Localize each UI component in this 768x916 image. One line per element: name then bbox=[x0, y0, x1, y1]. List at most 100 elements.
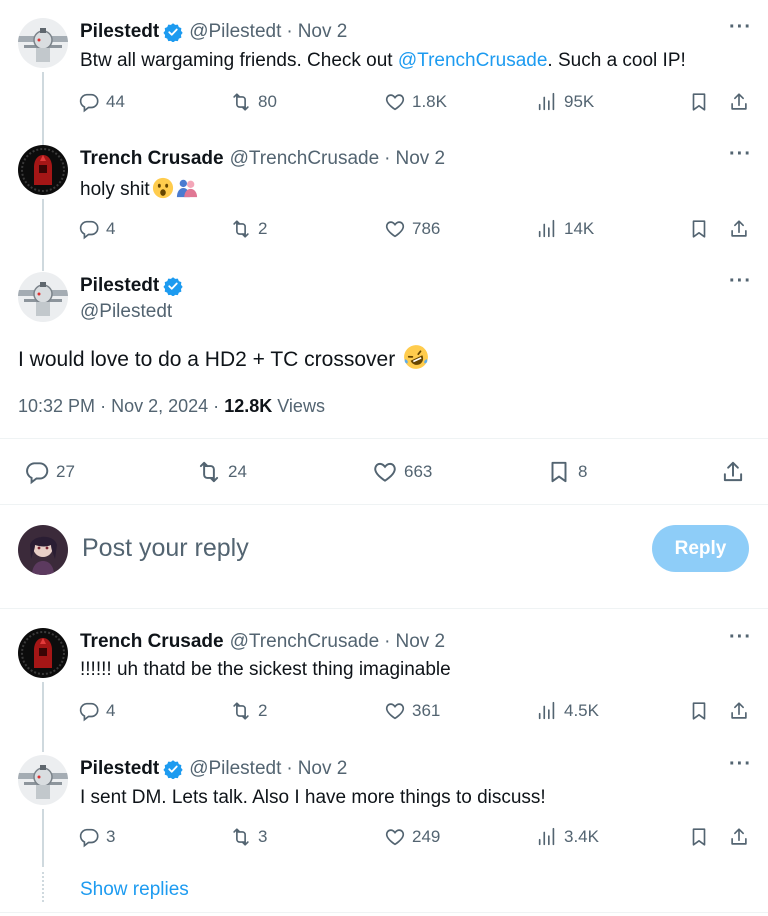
share-button[interactable] bbox=[728, 91, 750, 113]
heart-icon bbox=[384, 218, 406, 240]
avatar[interactable] bbox=[18, 628, 68, 678]
like-count: 1.8K bbox=[412, 92, 447, 111]
views-button[interactable]: 14K bbox=[536, 218, 594, 240]
divider bbox=[0, 912, 768, 913]
handle[interactable]: @TrenchCrusade bbox=[230, 148, 380, 170]
reply-icon bbox=[78, 218, 100, 240]
reply-button[interactable]: 27 bbox=[24, 459, 75, 485]
heart-icon bbox=[372, 459, 398, 485]
handle[interactable]: @Pilestedt bbox=[189, 21, 281, 43]
repost-icon bbox=[196, 459, 222, 485]
reply-input[interactable]: Post your reply bbox=[82, 534, 249, 563]
views-icon bbox=[536, 826, 558, 848]
bookmark-count: 8 bbox=[578, 462, 588, 481]
avatar[interactable] bbox=[18, 755, 68, 805]
separator-dot: · bbox=[384, 148, 391, 169]
thread-line bbox=[42, 199, 44, 271]
views-button[interactable]: 95K bbox=[536, 91, 594, 113]
reply-count: 27 bbox=[56, 462, 75, 481]
avatar[interactable] bbox=[18, 272, 68, 322]
views-count: 95K bbox=[564, 92, 595, 111]
bookmark-button[interactable]: 8 bbox=[546, 459, 587, 485]
display-name[interactable]: Trench Crusade bbox=[80, 631, 224, 653]
repost-button[interactable]: 2 bbox=[230, 218, 267, 240]
tweet-text: holy shit bbox=[80, 177, 198, 201]
tweet-text: I sent DM. Lets talk. Also I have more t… bbox=[80, 787, 546, 808]
more-options-icon[interactable]: ··· bbox=[729, 143, 752, 166]
tweet-text: Btw all wargaming friends. Check out @Tr… bbox=[80, 50, 686, 72]
bookmark-button[interactable] bbox=[688, 826, 710, 848]
views-button[interactable]: 4.5K bbox=[536, 700, 599, 722]
bookmark-button[interactable] bbox=[688, 700, 710, 722]
repost-icon bbox=[230, 218, 252, 240]
more-options-icon[interactable]: ··· bbox=[729, 16, 752, 39]
timestamp[interactable]: Nov 2 bbox=[298, 21, 348, 43]
reply-icon bbox=[78, 700, 100, 722]
thread-line bbox=[42, 682, 44, 752]
reply-button[interactable]: 4 bbox=[78, 700, 115, 722]
show-replies-link[interactable]: Show replies bbox=[80, 879, 189, 901]
more-options-icon[interactable]: ··· bbox=[729, 626, 752, 649]
tweet-actions: 4 2 786 14K bbox=[78, 218, 758, 244]
share-icon bbox=[728, 91, 750, 113]
handle[interactable]: @TrenchCrusade bbox=[230, 631, 380, 653]
current-user-avatar[interactable] bbox=[18, 525, 68, 575]
like-button[interactable]: 663 bbox=[372, 459, 432, 485]
share-button[interactable] bbox=[728, 218, 750, 240]
reply-count: 3 bbox=[106, 827, 116, 846]
reply-icon bbox=[78, 91, 100, 113]
reply-icon bbox=[78, 826, 100, 848]
share-button[interactable] bbox=[720, 459, 746, 485]
repost-button[interactable]: 2 bbox=[230, 700, 267, 722]
bookmark-icon bbox=[688, 218, 710, 240]
display-name[interactable]: Pilestedt bbox=[80, 758, 159, 780]
separator-dot: · bbox=[286, 21, 293, 42]
like-button[interactable]: 1.8K bbox=[384, 91, 447, 113]
like-button[interactable]: 249 bbox=[384, 826, 440, 848]
views-button[interactable]: 3.4K bbox=[536, 826, 599, 848]
like-count: 361 bbox=[412, 701, 441, 720]
display-name[interactable]: Pilestedt bbox=[80, 21, 159, 43]
reply-button[interactable]: 4 bbox=[78, 218, 115, 240]
repost-button[interactable]: 80 bbox=[230, 91, 277, 113]
reply-count: 4 bbox=[106, 701, 116, 720]
tweet-time[interactable]: 10:32 PM bbox=[18, 396, 95, 416]
like-button[interactable]: 361 bbox=[384, 700, 440, 722]
tweet-actions: 44 80 1.8K 95K bbox=[78, 91, 758, 117]
bookmark-button[interactable] bbox=[688, 218, 710, 240]
handle-row: @Pilestedt bbox=[80, 299, 172, 325]
mention-link[interactable]: @TrenchCrusade bbox=[398, 50, 548, 71]
heart-icon bbox=[384, 700, 406, 722]
like-button[interactable]: 786 bbox=[384, 218, 440, 240]
verified-badge-icon bbox=[163, 22, 183, 42]
display-name[interactable]: Pilestedt bbox=[80, 275, 159, 297]
more-options-icon[interactable]: ··· bbox=[729, 753, 752, 776]
divider bbox=[0, 504, 768, 505]
avatar[interactable] bbox=[18, 145, 68, 195]
views-count: 4.5K bbox=[564, 701, 599, 720]
tweet-date[interactable]: Nov 2, 2024 bbox=[111, 396, 208, 416]
reply-button[interactable]: 44 bbox=[78, 91, 125, 113]
share-button[interactable] bbox=[728, 826, 750, 848]
repost-button[interactable]: 24 bbox=[196, 459, 247, 485]
share-button[interactable] bbox=[728, 700, 750, 722]
handle[interactable]: @Pilestedt bbox=[189, 758, 281, 780]
like-count: 249 bbox=[412, 827, 441, 846]
bookmark-button[interactable] bbox=[688, 91, 710, 113]
reply-submit-button[interactable]: Reply bbox=[652, 525, 749, 572]
reply-button[interactable]: 3 bbox=[78, 826, 115, 848]
bookmark-icon bbox=[688, 91, 710, 113]
people-hugging-emoji-icon bbox=[176, 177, 198, 199]
timestamp[interactable]: Nov 2 bbox=[298, 758, 348, 780]
avatar[interactable] bbox=[18, 18, 68, 68]
verified-badge-icon bbox=[163, 276, 183, 296]
repost-button[interactable]: 3 bbox=[230, 826, 267, 848]
bookmark-icon bbox=[546, 459, 572, 485]
thread-line bbox=[42, 809, 44, 867]
display-name[interactable]: Trench Crusade bbox=[80, 148, 224, 170]
more-options-icon[interactable]: ··· bbox=[729, 270, 752, 293]
heart-icon bbox=[384, 826, 406, 848]
timestamp[interactable]: Nov 2 bbox=[395, 148, 445, 170]
handle[interactable]: @Pilestedt bbox=[80, 301, 172, 323]
timestamp[interactable]: Nov 2 bbox=[395, 631, 445, 653]
